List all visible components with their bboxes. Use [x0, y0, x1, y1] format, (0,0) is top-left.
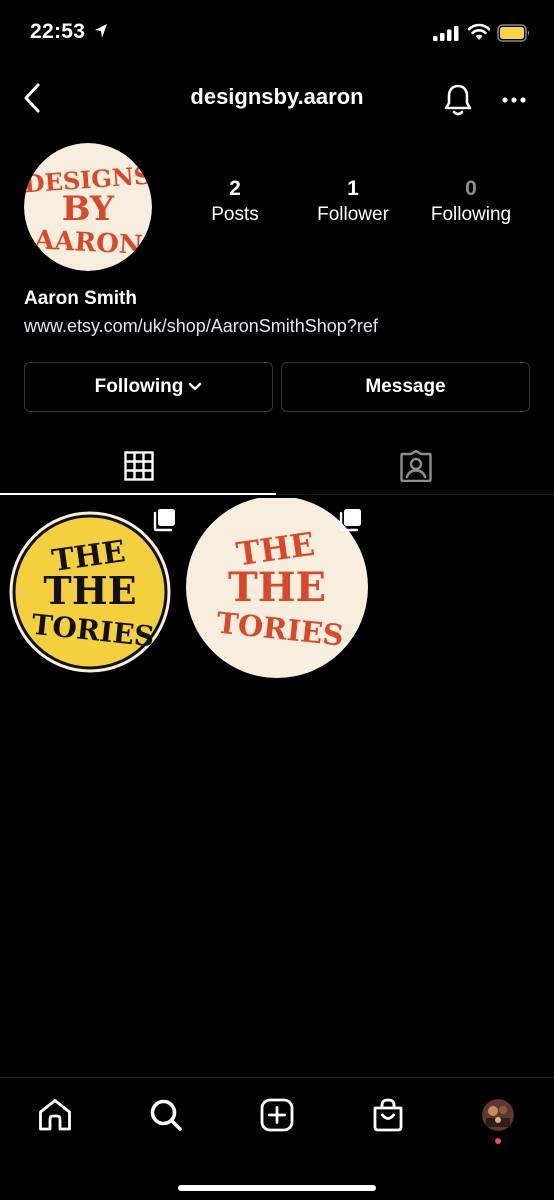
posts-count-label: Posts	[211, 204, 259, 225]
multiple-images-icon	[153, 509, 175, 532]
message-button[interactable]: Message	[281, 362, 530, 412]
create-icon	[260, 1098, 294, 1132]
designs-by-aaron-logo: DESIGNS BY AARON	[24, 143, 152, 271]
nav-profile-button[interactable]	[472, 1092, 524, 1138]
profile-display-name: Aaron Smith	[24, 288, 137, 309]
bottom-navigation	[0, 1077, 554, 1200]
notifications-button[interactable]	[437, 78, 479, 122]
post-thumbnail[interactable]: THE THE TORIES	[186, 496, 368, 680]
wifi-icon	[467, 23, 491, 40]
profile-avatar[interactable]: DESIGNS BY AARON	[24, 143, 152, 271]
status-bar: 22:53	[0, 0, 554, 66]
nav-profile-avatar	[482, 1099, 514, 1131]
status-time: 22:53	[30, 20, 86, 43]
location-arrow-icon	[95, 24, 107, 38]
search-icon	[150, 1099, 182, 1131]
chevron-down-icon	[189, 382, 202, 391]
following-count-label: Following	[430, 204, 512, 225]
home-indicator	[178, 1185, 376, 1191]
nav-home-button[interactable]	[29, 1092, 81, 1138]
tagged-person-icon	[399, 450, 432, 482]
profile-header: designsby.aaron	[0, 72, 554, 128]
following-button[interactable]: Following	[24, 362, 273, 412]
followers-count[interactable]: 1 Follower	[293, 176, 413, 228]
nav-search-button[interactable]	[140, 1092, 192, 1138]
bell-icon	[444, 84, 472, 116]
more-horizontal-icon	[502, 97, 526, 103]
profile-website-link[interactable]: www.etsy.com/uk/shop/AaronSmithShop?ref	[24, 316, 378, 337]
message-button-label: Message	[365, 376, 446, 397]
svg-text:AARON: AARON	[33, 225, 144, 261]
more-options-button[interactable]	[496, 80, 532, 120]
following-count[interactable]: 0 Following	[411, 176, 531, 228]
multiple-images-icon	[339, 509, 361, 532]
notification-dot	[495, 1138, 501, 1144]
posts-count[interactable]: 2 Posts	[175, 176, 295, 228]
svg-text:THE: THE	[43, 568, 136, 613]
post-thumbnail[interactable]: THE THE TORIES	[0, 498, 182, 680]
nav-create-button[interactable]	[251, 1092, 303, 1138]
nav-shop-button[interactable]	[362, 1092, 414, 1138]
tab-posts-grid[interactable]	[0, 438, 277, 494]
grid-icon	[123, 451, 154, 481]
followers-count-value: 1	[347, 177, 359, 200]
following-button-label: Following	[94, 376, 184, 397]
home-icon	[39, 1099, 71, 1131]
svg-text:THE: THE	[228, 564, 326, 611]
tab-tagged[interactable]	[277, 438, 554, 494]
battery-icon	[497, 24, 530, 42]
svg-text:BY: BY	[62, 189, 115, 229]
following-count-value: 0	[465, 177, 477, 200]
posts-count-value: 2	[229, 177, 241, 200]
active-tab-indicator	[0, 493, 276, 495]
shop-icon	[373, 1098, 403, 1132]
cellular-signal-icon	[433, 26, 459, 41]
followers-count-label: Follower	[317, 204, 389, 225]
